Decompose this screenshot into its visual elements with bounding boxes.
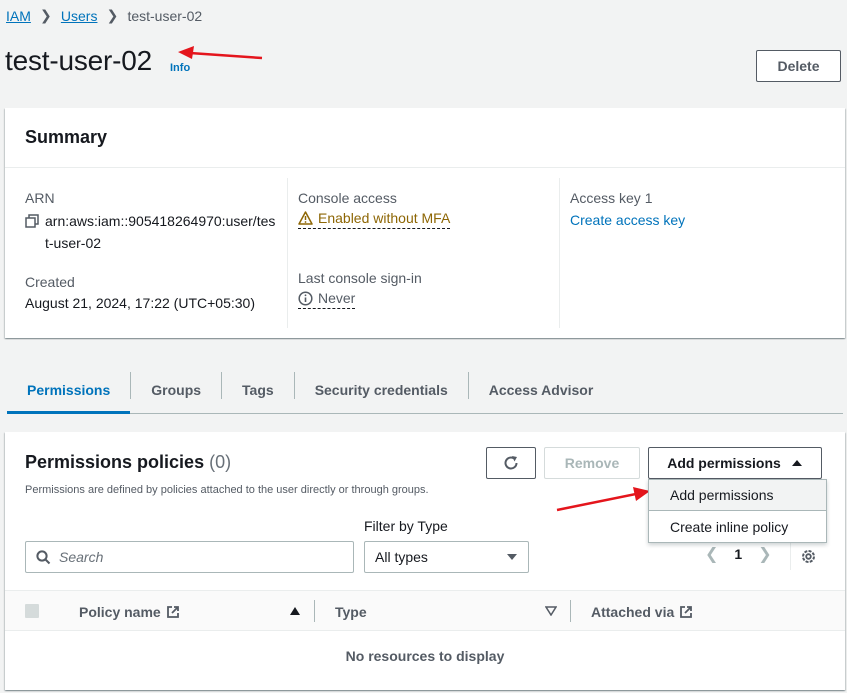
chevron-left-icon[interactable]: ❮ — [705, 544, 718, 564]
column-policy-name-label: Policy name — [79, 603, 161, 620]
filter-type-select[interactable]: All types — [364, 541, 529, 573]
arn-label: ARN — [25, 190, 55, 206]
summary-column-console: Console access Enabled without MFA Last … — [287, 178, 559, 328]
column-type[interactable]: Type — [335, 591, 367, 632]
column-attached-via[interactable]: Attached via — [591, 591, 693, 632]
chevron-right-icon[interactable]: ❯ — [758, 544, 771, 564]
tab-security-credentials[interactable]: Security credentials — [295, 366, 468, 413]
tab-access-advisor[interactable]: Access Advisor — [469, 366, 614, 413]
last-signin-value: Never — [318, 290, 356, 306]
create-access-key-link[interactable]: Create access key — [570, 212, 685, 228]
menu-item-create-inline-policy[interactable]: Create inline policy — [649, 511, 826, 542]
empty-state-message: No resources to display — [345, 648, 505, 664]
permissions-title: Permissions policies (0) — [25, 452, 231, 473]
permissions-policies-panel: Permissions policies (0) Permissions are… — [5, 432, 845, 690]
last-signin-status[interactable]: Never — [298, 290, 356, 309]
refresh-button[interactable] — [486, 447, 536, 479]
tab-groups[interactable]: Groups — [131, 366, 221, 413]
caret-up-icon — [791, 460, 802, 466]
last-signin-label: Last console sign-in — [298, 270, 422, 286]
breadcrumb-iam-link[interactable]: IAM — [6, 8, 31, 24]
console-access-label: Console access — [298, 190, 397, 206]
refresh-icon — [504, 456, 518, 470]
delete-button[interactable]: Delete — [756, 50, 841, 82]
info-link[interactable]: Info — [170, 62, 190, 74]
breadcrumb-users-link[interactable]: Users — [61, 8, 98, 24]
gear-icon[interactable] — [800, 548, 817, 565]
column-attached-via-label: Attached via — [591, 603, 675, 620]
remove-button[interactable]: Remove — [544, 447, 640, 479]
copy-icon[interactable] — [25, 214, 39, 228]
created-label: Created — [25, 274, 75, 290]
breadcrumb-current: test-user-02 — [127, 7, 203, 24]
tab-tags[interactable]: Tags — [222, 366, 294, 413]
created-value: August 21, 2024, 17:22 (UTC+05:30) — [25, 295, 255, 311]
console-access-status[interactable]: Enabled without MFA — [298, 210, 451, 229]
pagination: ❮ 1 ❯ — [705, 544, 772, 564]
external-link-icon — [166, 605, 179, 618]
permissions-title-text: Permissions policies — [25, 452, 205, 472]
arn-value: arn:aws:iam::905418264970:user/test-user… — [45, 213, 276, 251]
access-key-label: Access key 1 — [570, 190, 653, 206]
chevron-right-icon: ❯ — [40, 7, 52, 23]
column-policy-name[interactable]: Policy name — [79, 591, 180, 632]
table-header: Policy name Type Attached via — [5, 590, 845, 631]
sort-ascending-icon[interactable] — [289, 606, 301, 616]
permissions-description: Permissions are defined by policies atta… — [25, 484, 429, 496]
warning-icon — [298, 211, 313, 225]
summary-title: Summary — [5, 108, 845, 168]
permissions-count: (0) — [209, 452, 232, 472]
add-permissions-button[interactable]: Add permissions — [648, 447, 822, 479]
caret-down-icon — [507, 554, 517, 560]
info-circle-icon — [298, 290, 313, 306]
filter-by-type-label: Filter by Type — [364, 518, 448, 534]
chevron-right-icon: ❯ — [106, 7, 119, 23]
summary-column-arn: ARN arn:aws:iam::905418264970:user/test-… — [25, 178, 290, 328]
sort-icon[interactable] — [545, 606, 557, 616]
page-number[interactable]: 1 — [734, 546, 742, 562]
search-field[interactable] — [25, 541, 354, 573]
column-divider — [314, 600, 315, 622]
pagination-divider — [790, 542, 791, 570]
breadcrumb: IAM ❯ Users ❯ test-user-02 — [6, 7, 202, 24]
summary-panel: Summary ARN arn:aws:iam::905418264970:us… — [5, 108, 845, 338]
search-icon — [36, 549, 51, 564]
external-link-icon — [680, 605, 693, 618]
console-access-value: Enabled without MFA — [318, 210, 451, 226]
add-permissions-menu: Add permissions Create inline policy — [648, 479, 827, 543]
add-permissions-label: Add permissions — [667, 455, 781, 471]
menu-item-add-permissions[interactable]: Add permissions — [648, 479, 827, 511]
search-input[interactable] — [59, 549, 329, 565]
column-divider — [570, 600, 571, 622]
page-title: test-user-02 — [5, 45, 152, 76]
summary-column-access-key: Access key 1 Create access key — [559, 178, 839, 328]
tab-permissions[interactable]: Permissions — [7, 366, 131, 414]
select-all-checkbox[interactable] — [25, 604, 39, 618]
column-type-label: Type — [335, 603, 367, 620]
filter-type-value: All types — [375, 549, 428, 565]
tab-bar: Permissions Groups Tags Security credent… — [7, 366, 843, 414]
